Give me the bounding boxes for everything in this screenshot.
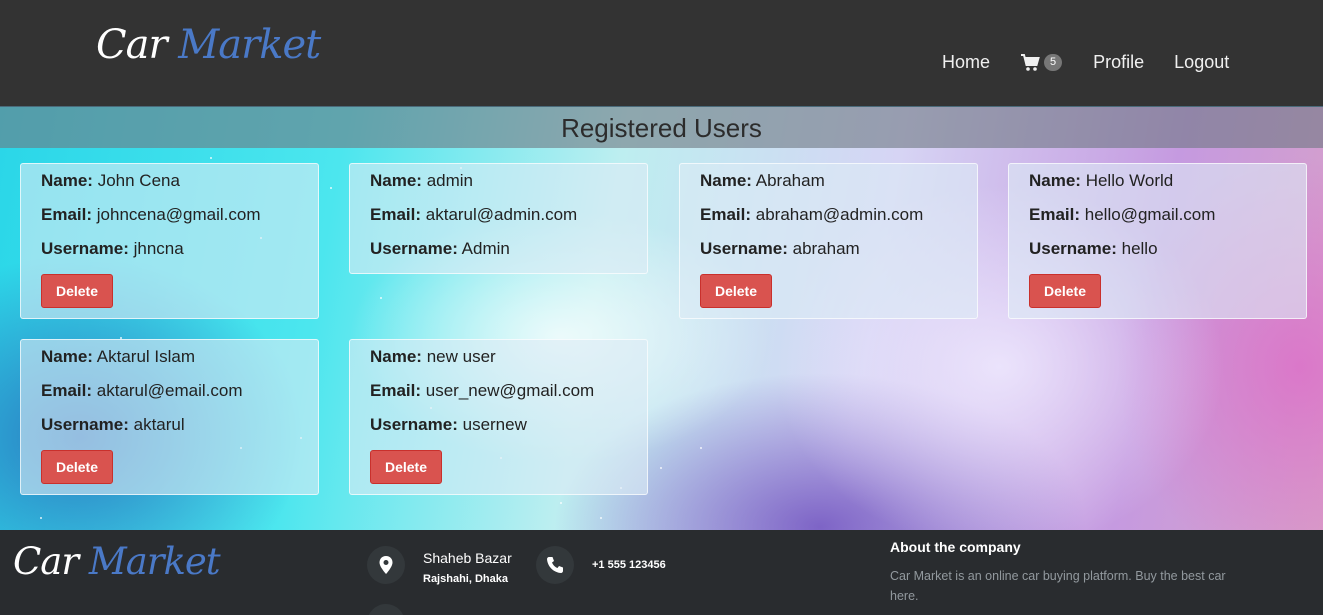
email-label: Email: (1029, 205, 1081, 224)
logo-word-car: Car (96, 22, 168, 68)
user-username-row: Username: Admin (370, 240, 627, 274)
main-content: Registered Users Name: John Cena Email: … (0, 107, 1323, 530)
email-label: Email: (370, 205, 422, 224)
footer-logo-word-car: Car (13, 540, 79, 583)
delete-user-button[interactable]: Delete (370, 450, 442, 484)
user-name: Hello World (1085, 171, 1174, 190)
user-username: Admin (461, 239, 510, 258)
delete-user-button[interactable]: Delete (41, 450, 113, 484)
user-username: usernew (462, 415, 527, 434)
user-username-row: Username: hello (1029, 240, 1286, 274)
username-label: Username: (41, 239, 129, 258)
phone-icon (536, 546, 574, 584)
user-email-row: Email: abraham@admin.com (700, 206, 957, 240)
user-email-row: Email: hello@gmail.com (1029, 206, 1286, 240)
user-name-row: Name: Aktarul Islam (41, 348, 298, 382)
user-username: abraham (792, 239, 860, 258)
footer-logo[interactable]: Car Market (13, 540, 221, 583)
name-label: Name: (700, 171, 752, 190)
user-card: Name: new user Email: user_new@gmail.com… (349, 339, 648, 495)
user-card: Name: Abraham Email: abraham@admin.com U… (679, 163, 978, 319)
user-name-row: Name: Abraham (700, 172, 957, 206)
user-email: aktarul@email.com (96, 381, 243, 400)
about-text: Car Market is an online car buying platf… (890, 569, 1226, 603)
cart-count-badge: 5 (1044, 54, 1063, 71)
user-username-row: Username: usernew (370, 416, 627, 450)
about-heading: About the company (890, 539, 1021, 555)
user-card: Name: admin Email: aktarul@admin.com Use… (349, 163, 648, 274)
user-username: hello (1121, 239, 1158, 258)
name-label: Name: (41, 171, 93, 190)
delete-user-button[interactable]: Delete (1029, 274, 1101, 308)
user-name: new user (426, 347, 496, 366)
user-name-row: Name: admin (370, 172, 627, 206)
email-label: Email: (41, 205, 93, 224)
user-email: johncena@gmail.com (96, 205, 261, 224)
user-email-row: Email: user_new@gmail.com (370, 382, 627, 416)
user-username-row: Username: aktarul (41, 416, 298, 450)
user-name-row: Name: new user (370, 348, 627, 382)
nav-logout-link[interactable]: Logout (1174, 52, 1229, 73)
footer: Car Market Shaheb Bazar Rajshahi, Dhaka … (0, 530, 1323, 615)
username-label: Username: (370, 239, 458, 258)
logo-word-market: Market (178, 22, 321, 68)
nav-profile-link[interactable]: Profile (1093, 52, 1144, 73)
user-email: hello@gmail.com (1084, 205, 1216, 224)
nav-home-link[interactable]: Home (942, 52, 990, 73)
name-label: Name: (1029, 171, 1081, 190)
user-name: Aktarul Islam (96, 347, 196, 366)
name-label: Name: (370, 171, 422, 190)
map-marker-icon (367, 546, 405, 584)
footer-contact-icon (367, 604, 405, 615)
cart-icon (1021, 53, 1040, 71)
user-name: John Cena (97, 171, 180, 190)
username-label: Username: (41, 415, 129, 434)
footer-address-line2: Rajshahi, Dhaka (423, 573, 508, 585)
user-username-row: Username: abraham (700, 240, 957, 274)
user-card: Name: John Cena Email: johncena@gmail.co… (20, 163, 319, 319)
user-card: Name: Hello World Email: hello@gmail.com… (1008, 163, 1307, 319)
email-label: Email: (700, 205, 752, 224)
name-label: Name: (41, 347, 93, 366)
footer-address-line1: Shaheb Bazar (423, 550, 512, 566)
user-name-row: Name: John Cena (41, 172, 298, 206)
user-email: user_new@gmail.com (425, 381, 595, 400)
page-title-bar: Registered Users (0, 107, 1323, 148)
delete-user-button[interactable]: Delete (700, 274, 772, 308)
username-label: Username: (370, 415, 458, 434)
user-email-row: Email: johncena@gmail.com (41, 206, 298, 240)
email-label: Email: (41, 381, 93, 400)
main-nav: Home 5 Profile Logout (942, 52, 1229, 73)
user-name-row: Name: Hello World (1029, 172, 1286, 206)
header: Car Market Home 5 Profile Logout (0, 0, 1323, 107)
user-name: Abraham (755, 171, 825, 190)
nav-cart-link[interactable]: 5 (1020, 53, 1063, 72)
email-label: Email: (370, 381, 422, 400)
user-name: admin (426, 171, 474, 190)
page-title: Registered Users (561, 113, 762, 143)
username-label: Username: (700, 239, 788, 258)
name-label: Name: (370, 347, 422, 366)
delete-user-button[interactable]: Delete (41, 274, 113, 308)
user-email-row: Email: aktarul@email.com (41, 382, 298, 416)
user-username-row: Username: jhncna (41, 240, 298, 274)
user-card: Name: Aktarul Islam Email: aktarul@email… (20, 339, 319, 495)
username-label: Username: (1029, 239, 1117, 258)
user-email-row: Email: aktarul@admin.com (370, 206, 627, 240)
footer-logo-word-market: Market (88, 540, 221, 583)
user-email: aktarul@admin.com (425, 205, 578, 224)
user-username: aktarul (133, 415, 185, 434)
logo[interactable]: Car Market (96, 22, 321, 68)
user-email: abraham@admin.com (755, 205, 924, 224)
footer-phone[interactable]: +1 555 123456 (592, 559, 666, 571)
user-username: jhncna (133, 239, 184, 258)
